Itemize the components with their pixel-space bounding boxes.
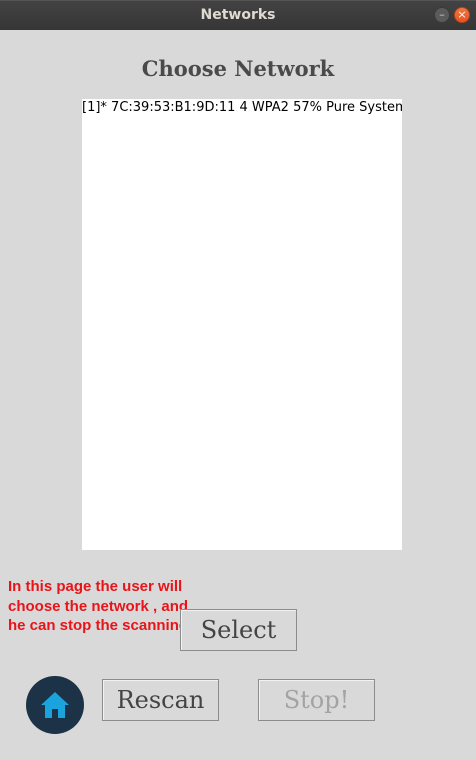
title-bar[interactable]: Networks – × (0, 0, 476, 30)
network-list[interactable]: [1]* 7C:39:53:B1:9D:11 4 WPA2 57% Pure S… (82, 99, 402, 550)
window-title: Networks (200, 7, 276, 23)
home-button[interactable] (26, 676, 84, 734)
select-button[interactable]: Select (180, 609, 297, 651)
home-icon (41, 692, 69, 718)
close-icon: × (457, 8, 467, 21)
list-item[interactable]: [1]* 7C:39:53:B1:9D:11 4 WPA2 57% Pure S… (82, 99, 402, 117)
page-title: Choose Network (141, 56, 335, 81)
rescan-button[interactable]: Rescan (102, 679, 219, 721)
close-button[interactable]: × (454, 7, 470, 23)
minimize-icon: – (439, 8, 445, 21)
networks-window: Networks – × Choose Network [1]* 7C:39:5… (0, 0, 476, 760)
stop-button[interactable]: Stop! (258, 679, 375, 721)
minimize-button[interactable]: – (434, 7, 450, 23)
annotation-text: In this page the user will choose the ne… (8, 578, 197, 634)
